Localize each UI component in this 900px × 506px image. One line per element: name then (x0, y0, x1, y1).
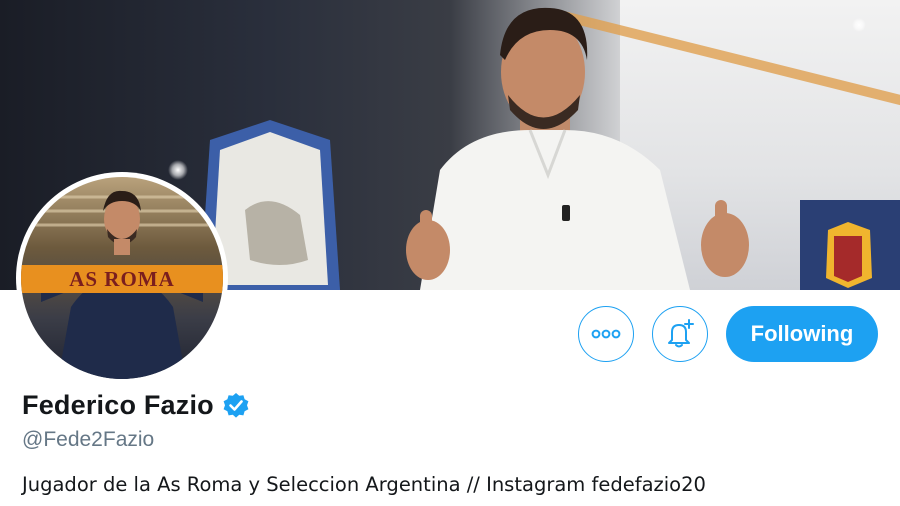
name-row: Federico Fazio (22, 390, 250, 421)
following-label: Following (750, 321, 854, 346)
more-dots-icon (591, 329, 621, 339)
notifications-button[interactable] (652, 306, 708, 362)
display-name: Federico Fazio (22, 390, 214, 420)
banner-sign (800, 200, 900, 290)
banner-person-shape (406, 7, 749, 290)
verified-badge-icon (223, 392, 249, 418)
small-crest-shape (826, 222, 872, 288)
ceiling-light (852, 18, 866, 32)
profile-page: AS ROMA Following Federico Fazio @Fede2F… (0, 0, 900, 506)
avatar-photo: AS ROMA (21, 177, 223, 379)
following-button[interactable]: Following (726, 306, 878, 362)
more-button[interactable] (578, 306, 634, 362)
bell-plus-icon (668, 319, 694, 348)
bio-text: Jugador de la As Roma y Seleccion Argent… (22, 473, 706, 496)
ceiling-light (168, 160, 188, 180)
scarf-text: AS ROMA (69, 267, 175, 291)
user-handle: @Fede2Fazio (22, 428, 155, 451)
avatar-scarf: AS ROMA (21, 265, 223, 293)
avatar[interactable]: AS ROMA (16, 172, 228, 384)
